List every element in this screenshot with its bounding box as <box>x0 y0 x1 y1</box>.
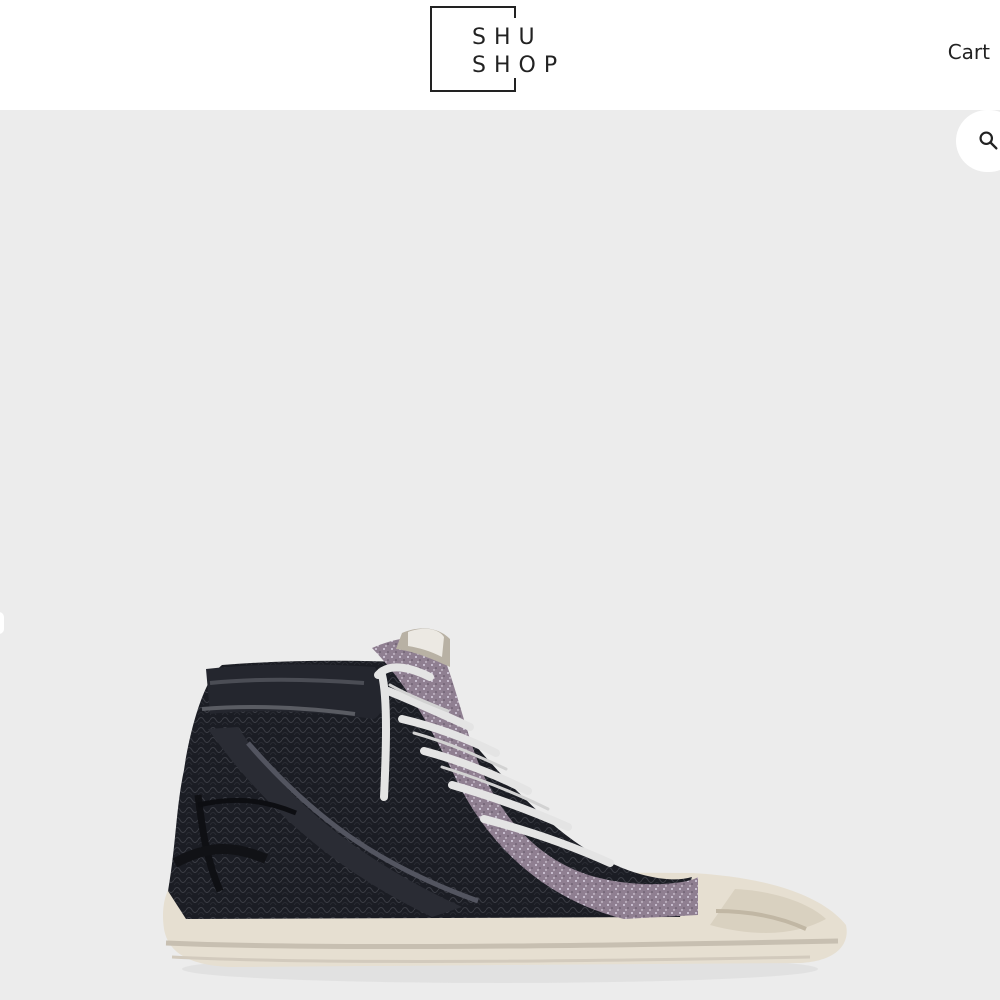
carousel-edge-control[interactable] <box>0 612 4 634</box>
page: SHU SHOP Cart <box>0 0 1000 1000</box>
logo-line-2: SHOP <box>472 53 566 78</box>
cart-link[interactable]: Cart <box>948 38 990 66</box>
sneaker-image <box>163 628 847 983</box>
search-button[interactable] <box>956 110 1000 172</box>
site-header: SHU SHOP Cart <box>0 0 1000 110</box>
shu-shop-logo[interactable]: SHU SHOP <box>430 6 580 96</box>
logo-line-1: SHU <box>472 25 543 50</box>
logo-frame-corner <box>514 78 516 92</box>
search-icon <box>979 131 998 150</box>
product-hero <box>0 110 1000 1000</box>
